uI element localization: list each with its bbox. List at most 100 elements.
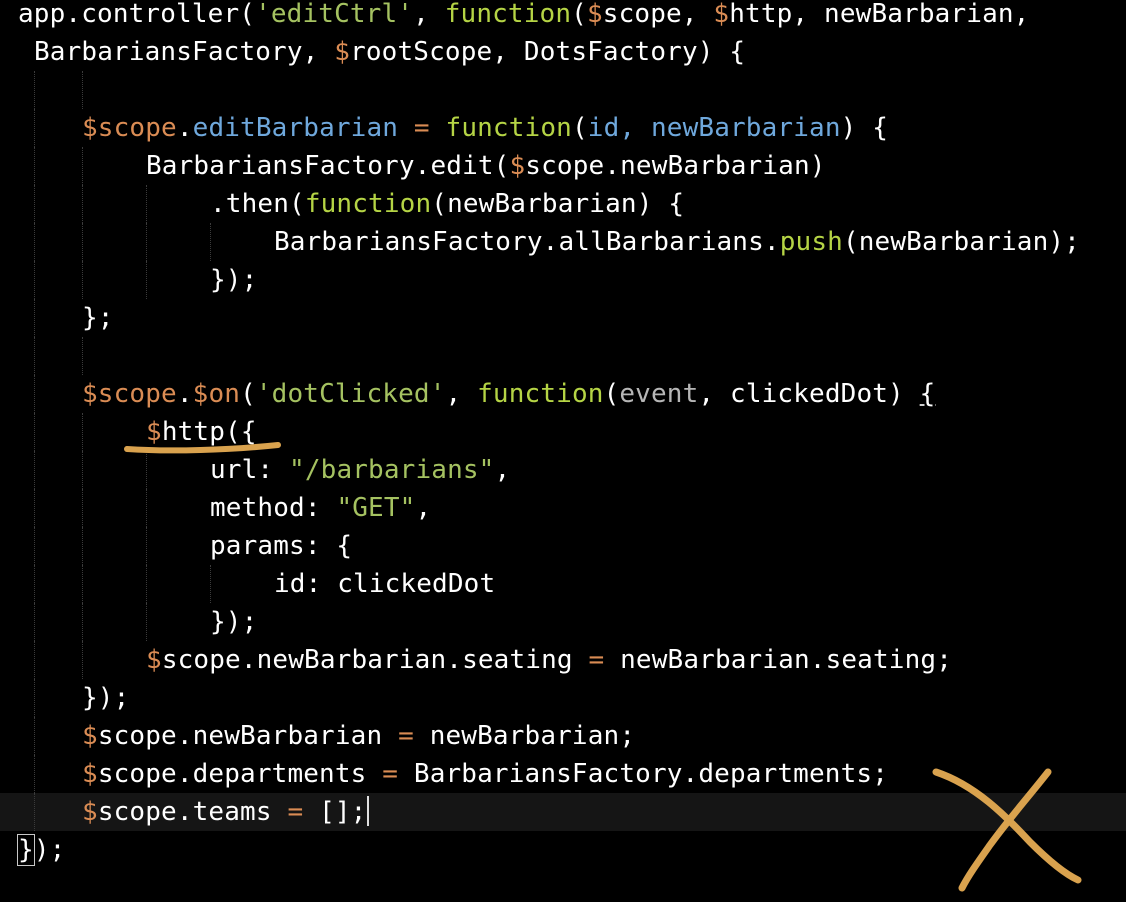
indent-guide	[146, 565, 147, 603]
indent-guide	[82, 451, 83, 489]
code-text: BarbariansFactory.edit($scope.newBarbari…	[146, 147, 826, 185]
code-token: $	[334, 37, 351, 67]
code-text: app.controller('editCtrl', function($sco…	[18, 0, 1029, 33]
text-caret	[367, 796, 370, 826]
indent-guide	[146, 185, 147, 223]
code-text: method: "GET",	[210, 489, 431, 527]
code-token: BarbariansFactory.allBarbarians.	[274, 227, 780, 257]
indent-guide	[146, 451, 147, 489]
code-token: , clickedDot)	[698, 379, 920, 409]
indent-guide	[34, 375, 35, 413]
code-token: [];	[303, 797, 367, 827]
code-token: });	[210, 265, 258, 295]
indent-guide	[82, 147, 83, 185]
indent-guide	[82, 641, 83, 679]
code-text: });	[210, 603, 257, 641]
indent-guide	[34, 451, 35, 489]
code-token: $	[509, 151, 526, 181]
indent-guide	[34, 413, 35, 451]
code-text: $scope.newBarbarian.seating = newBarbari…	[146, 641, 952, 679]
indent-guide	[82, 223, 83, 261]
code-token: "GET"	[336, 493, 416, 523]
indent-guide	[34, 223, 35, 261]
code-line[interactable]: params: {	[0, 527, 1126, 565]
code-line[interactable]: $http({	[0, 413, 1126, 451]
code-line[interactable]	[0, 337, 1126, 375]
code-line[interactable]: $scope.newBarbarian = newBarbarian;	[0, 717, 1126, 755]
code-line[interactable]: $scope.newBarbarian.seating = newBarbari…	[0, 641, 1126, 679]
code-line[interactable]: url: "/barbarians",	[0, 451, 1126, 489]
code-text: BarbariansFactory.allBarbarians.push(new…	[274, 223, 1080, 261]
code-token: ,	[415, 493, 432, 523]
code-token: scope.newBarbarian	[97, 721, 399, 751]
code-line[interactable]: };	[0, 299, 1126, 337]
indent-guide	[146, 603, 147, 641]
code-line[interactable]: BarbariansFactory, $rootScope, DotsFacto…	[0, 33, 1126, 71]
indent-guide	[34, 641, 35, 679]
code-token: scope,	[602, 0, 714, 29]
code-token: =	[382, 759, 399, 789]
indent-guide	[146, 223, 147, 261]
code-token: BarbariansFactory.departments;	[398, 759, 888, 789]
code-token: $	[82, 721, 98, 751]
indent-guide	[146, 489, 147, 527]
code-token: (newBarbarian) {	[431, 189, 685, 219]
code-line[interactable]: });	[0, 603, 1126, 641]
code-token: (	[571, 113, 588, 143]
indent-guide	[34, 527, 35, 565]
code-token: $scope	[82, 379, 177, 409]
code-token: .	[176, 113, 193, 143]
code-token: "/barbarians"	[289, 455, 495, 485]
code-line[interactable]: .then(function(newBarbarian) {	[0, 185, 1126, 223]
code-token: newBarbarian;	[413, 721, 636, 751]
code-token: function	[444, 0, 572, 29]
code-line[interactable]: $scope.$on('dotClicked', function(event,…	[0, 375, 1126, 413]
code-token: (	[571, 0, 587, 29]
code-token: (	[240, 379, 256, 409]
code-token: );	[33, 835, 66, 865]
code-token: };	[82, 303, 114, 333]
code-token: scope.teams	[97, 797, 288, 827]
indent-guide	[82, 489, 83, 527]
code-token: http, newBarbarian,	[729, 0, 1030, 29]
code-token: $	[82, 797, 98, 827]
code-text: });	[82, 679, 129, 717]
code-line[interactable]: $scope.teams = [];	[0, 793, 1126, 831]
code-editor[interactable]: app.controller('editCtrl', function($sco…	[0, 0, 1126, 902]
code-line[interactable]: });	[0, 831, 1126, 869]
code-text: url: "/barbarians",	[210, 451, 510, 489]
code-token: function	[477, 379, 604, 409]
code-line[interactable]: $scope.editBarbarian = function(id, newB…	[0, 109, 1126, 147]
code-token: {	[919, 379, 936, 409]
indent-guide	[34, 489, 35, 527]
code-line[interactable]	[0, 71, 1126, 109]
code-token: });	[82, 683, 130, 713]
code-line[interactable]: id: clickedDot	[0, 565, 1126, 603]
indent-guide	[34, 261, 35, 299]
code-line[interactable]: method: "GET",	[0, 489, 1126, 527]
code-token: 'editCtrl'	[255, 0, 414, 29]
indent-guide	[34, 755, 35, 793]
indent-guide	[82, 413, 83, 451]
code-line[interactable]: BarbariansFactory.allBarbarians.push(new…	[0, 223, 1126, 261]
indent-guide	[34, 793, 35, 831]
code-token: http({	[161, 417, 257, 447]
code-line[interactable]: });	[0, 679, 1126, 717]
code-token: BarbariansFactory,	[34, 37, 335, 67]
code-line[interactable]: $scope.departments = BarbariansFactory.d…	[0, 755, 1126, 793]
code-text: $scope.newBarbarian = newBarbarian;	[82, 717, 635, 755]
code-token: ,	[413, 0, 445, 29]
code-token: $	[586, 0, 603, 29]
code-line[interactable]: app.controller('editCtrl', function($sco…	[0, 0, 1126, 33]
code-line[interactable]: });	[0, 261, 1126, 299]
indent-guide	[210, 223, 211, 261]
code-text: $scope.$on('dotClicked', function(event,…	[82, 375, 935, 413]
indent-guide	[34, 679, 35, 717]
indent-guide	[34, 603, 35, 641]
indent-guide	[34, 71, 35, 109]
indent-guide	[82, 337, 83, 375]
code-token: app.controller(	[18, 0, 256, 29]
code-token: scope.newBarbarian.seating	[161, 645, 589, 675]
code-line[interactable]: BarbariansFactory.edit($scope.newBarbari…	[0, 147, 1126, 185]
code-text: .then(function(newBarbarian) {	[210, 185, 684, 223]
